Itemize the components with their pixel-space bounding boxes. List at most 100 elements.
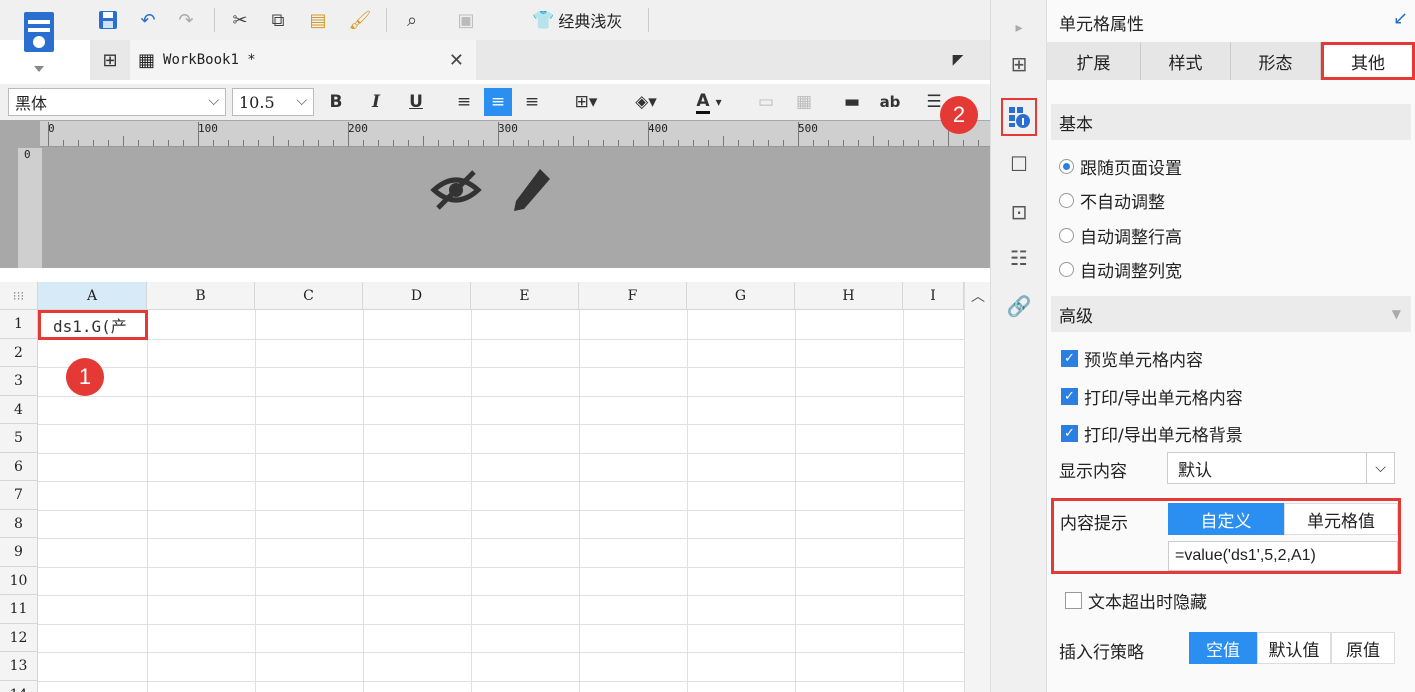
tab-other[interactable]: 其他 — [1321, 42, 1415, 80]
ab-button[interactable]: ab — [876, 88, 904, 116]
tooltip-formula-input[interactable]: =value('ds1',5,2,A1) — [1168, 541, 1398, 571]
condition-icon[interactable]: ☷ — [1003, 242, 1035, 274]
ruler-tick — [288, 140, 289, 146]
column-header-c[interactable]: C — [255, 282, 363, 310]
insert-null-option[interactable]: 空值 — [1189, 632, 1257, 664]
edit-pencil-icon[interactable] — [506, 162, 558, 218]
row-header[interactable]: 12 — [0, 624, 38, 652]
link-icon[interactable]: 🔗 — [1003, 290, 1035, 322]
row-header[interactable]: 2 — [0, 339, 38, 367]
tab-workbook1[interactable]: ▦ WorkBook1 * ✕ — [130, 40, 476, 80]
collapse-arrow-icon[interactable]: ↙ — [1393, 8, 1408, 29]
align-right-icon[interactable]: ≡ — [518, 88, 546, 116]
check-print-background[interactable]: ✓ 打印/导出单元格背景 — [1061, 421, 1243, 446]
row-header[interactable]: 8 — [0, 510, 38, 538]
frame-icon[interactable]: ☐ — [1003, 148, 1035, 180]
ruler-tick — [123, 136, 124, 146]
scroll-up-icon[interactable]: ︿ — [971, 286, 985, 306]
row-header[interactable]: 1 — [0, 310, 38, 339]
row-header[interactable]: 13 — [0, 652, 38, 681]
cut-icon[interactable]: ✂ — [226, 6, 254, 34]
ruler-label: 400 — [648, 122, 668, 135]
font-size-select[interactable]: 10.5 ⌵ — [232, 88, 314, 116]
spreadsheet-grid[interactable]: ⁝⁝⁝ A B C D E F G H I 1 2 3 4 5 6 7 8 9 … — [0, 282, 964, 692]
font-family-select[interactable]: 黑体 ⌵ — [8, 88, 226, 116]
tooltip-cell-value-option[interactable]: 单元格值 — [1284, 503, 1398, 535]
text-search-icon[interactable]: ⌕ — [398, 6, 426, 34]
tab-style[interactable]: 样式 — [1141, 42, 1231, 80]
eye-hidden-icon[interactable] — [428, 164, 484, 216]
select-all-corner[interactable]: ⁝⁝⁝ — [0, 282, 38, 310]
check-preview-content[interactable]: ✓ 预览单元格内容 — [1061, 346, 1203, 371]
redo-icon[interactable]: ↷ — [172, 6, 200, 34]
copy-icon[interactable]: ⧉ — [264, 6, 292, 34]
column-header-e[interactable]: E — [471, 282, 579, 310]
ruler-tick — [198, 122, 199, 146]
column-header-b[interactable]: B — [147, 282, 255, 310]
column-header-d[interactable]: D — [363, 282, 471, 310]
tooltip-formula-value: =value('ds1',5,2,A1) — [1175, 547, 1316, 564]
ruler-tick — [753, 140, 754, 146]
tooltip-custom-option[interactable]: 自定义 — [1168, 503, 1284, 535]
cell-expand-icon[interactable]: ⊞ — [1003, 48, 1035, 80]
tab-form[interactable]: 形态 — [1231, 42, 1321, 80]
row-header[interactable]: 6 — [0, 453, 38, 481]
column-header-g[interactable]: G — [687, 282, 795, 310]
row-header[interactable]: 9 — [0, 538, 38, 567]
text-color-button[interactable]: A ▾ — [684, 88, 734, 116]
basic-section-header[interactable]: 基本 — [1051, 104, 1411, 140]
row-header[interactable]: 4 — [0, 396, 38, 424]
row-header[interactable]: 14 — [0, 681, 38, 692]
column-header-i[interactable]: I — [903, 282, 964, 310]
align-left-icon[interactable]: ≡ — [450, 88, 478, 116]
save-icon[interactable] — [94, 6, 122, 34]
radio-adjust-column-width[interactable]: 自动调整列宽 — [1059, 257, 1182, 282]
check-hide-overflow[interactable]: 文本超出时隐藏 — [1065, 588, 1207, 613]
undo-icon[interactable]: ↶ — [134, 6, 162, 34]
row-header[interactable]: 10 — [0, 567, 38, 595]
radio-no-adjust[interactable]: 不自动调整 — [1059, 188, 1165, 213]
column-header-a[interactable]: A — [38, 282, 147, 310]
vertical-scrollbar[interactable]: ︿ — [964, 282, 990, 692]
insert-default-option[interactable]: 默认值 — [1257, 632, 1331, 664]
radio-adjust-row-height[interactable]: 自动调整行高 — [1059, 223, 1182, 248]
row-header[interactable]: 3 — [0, 367, 38, 396]
display-content-select[interactable]: 默认 ⌵ — [1167, 452, 1395, 484]
tab-expand[interactable]: 扩展 — [1047, 42, 1141, 80]
check-print-content[interactable]: ✓ 打印/导出单元格内容 — [1061, 384, 1243, 409]
row-header[interactable]: 11 — [0, 595, 38, 624]
column-header-h[interactable]: H — [795, 282, 903, 310]
row-header[interactable]: 5 — [0, 424, 38, 453]
underline-button[interactable]: U — [402, 88, 430, 116]
advanced-section-header[interactable]: 高级 ▼ — [1051, 296, 1411, 332]
italic-button[interactable]: I — [362, 88, 390, 116]
insert-cell-icon[interactable]: ▬ — [838, 88, 866, 116]
bold-button[interactable]: B — [322, 88, 350, 116]
expand-arrow-icon[interactable]: ▸ — [1003, 12, 1035, 44]
row-header[interactable]: 7 — [0, 481, 38, 510]
cell-attribute-icon[interactable] — [1001, 98, 1037, 136]
widget-icon[interactable]: ⊡ — [1003, 196, 1035, 228]
basic-section-title: 基本 — [1059, 114, 1093, 135]
app-logo[interactable] — [14, 8, 64, 78]
tab-menu-icon[interactable]: ◤ — [948, 50, 968, 70]
chevron-down-icon: ⌵ — [296, 93, 307, 109]
ruler-tick — [543, 140, 544, 146]
check-label: 打印/导出单元格背景 — [1084, 426, 1243, 446]
ruler-tick — [438, 140, 439, 146]
paste-icon[interactable]: ▤ — [304, 6, 332, 34]
grid-view-icon[interactable]: ⊞ — [98, 48, 122, 72]
align-center-icon[interactable]: ≡ — [484, 88, 512, 116]
cell-a1[interactable]: ds1.G(产 — [38, 310, 148, 340]
radio-label: 自动调整列宽 — [1080, 262, 1182, 282]
insert-original-option[interactable]: 原值 — [1331, 632, 1395, 664]
border-icon[interactable]: ⊞▾ — [562, 88, 610, 116]
cell-a1-value: ds1.G(产 — [53, 317, 127, 336]
ruler-tick — [48, 122, 49, 146]
theme-switch[interactable]: 👕 经典浅灰 — [532, 8, 622, 32]
column-header-f[interactable]: F — [579, 282, 687, 310]
close-tab-icon[interactable]: ✕ — [449, 50, 464, 71]
radio-follow-page[interactable]: 跟随页面设置 — [1059, 154, 1182, 179]
fill-color-icon[interactable]: ◈▾ — [622, 88, 670, 116]
format-brush-icon[interactable]: 🖌 — [346, 6, 374, 34]
